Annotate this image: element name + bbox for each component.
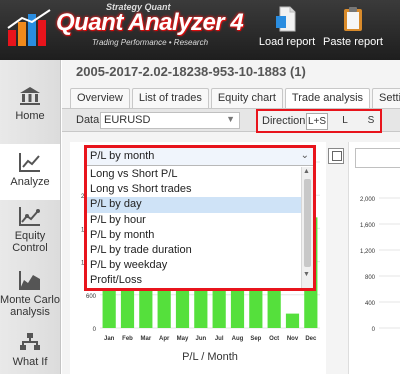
tab-settings[interactable]: Setting: [372, 88, 400, 108]
x-tick-label: Sep: [250, 336, 261, 342]
secondary-y-tick-label: 1,600: [360, 223, 376, 229]
chevron-down-icon: ▼: [226, 114, 235, 124]
sidebar-item-label: Home: [15, 110, 45, 122]
secondary-chart-panel: 0 400 800 1,200 1,600 2,000: [348, 142, 400, 374]
app-header: Strategy Quant Quant Analyzer 4 Trading …: [0, 0, 400, 60]
bar-jul: [212, 287, 226, 328]
paste-report-button[interactable]: Paste report: [322, 4, 384, 58]
x-tick-label: May: [177, 336, 189, 342]
direction-label: Direction: [262, 115, 306, 127]
secondary-y-tick-label: 800: [365, 275, 376, 281]
secondary-y-tick-label: 2,000: [360, 197, 376, 203]
tab-trade-analysis[interactable]: Trade analysis: [284, 88, 371, 108]
x-tick-label: Aug: [232, 336, 244, 342]
secondary-y-tick-label: 0: [372, 327, 376, 333]
bank-icon: [20, 87, 40, 105]
logo-bars-icon: [7, 9, 51, 46]
equity-chart-icon: [19, 207, 40, 226]
sidebar-item-what-if[interactable]: What If: [0, 332, 60, 374]
chart-type-select[interactable]: P/L by month ⌄: [87, 148, 313, 166]
paste-report-label: Paste report: [323, 36, 383, 48]
option-pl-by-hour[interactable]: P/L by hour: [87, 213, 301, 228]
x-tick-label: Jun: [195, 336, 206, 342]
strategy-title: 2005-2017-2.02-18238-953-10-1883 (1): [76, 64, 306, 79]
chevron-down-icon: ⌄: [300, 150, 309, 161]
x-axis-label: P/L / Month: [182, 351, 238, 363]
option-pl-by-month[interactable]: P/L by month: [87, 228, 301, 243]
x-tick-label: Jan: [104, 336, 115, 342]
tab-list-of-trades[interactable]: List of trades: [131, 88, 209, 108]
direction-selector: Direction L+S L S: [256, 109, 382, 133]
secondary-chart-select[interactable]: [355, 148, 400, 168]
brand-name: Quant Analyzer 4: [56, 9, 244, 36]
tab-overview[interactable]: Overview: [70, 88, 130, 108]
sidebar-item-label: Equity Control: [12, 230, 48, 254]
tab-equity-chart[interactable]: Equity chart: [210, 88, 283, 108]
sidebar-item-label: Analyze: [10, 176, 50, 188]
option-long-vs-short-trades[interactable]: Long vs Short trades: [87, 182, 301, 197]
clipboard-icon: [344, 7, 362, 31]
x-tick-label: Jul: [215, 336, 224, 342]
load-report-button[interactable]: Load report: [256, 4, 318, 58]
analysis-tabs: Overview List of trades Equity chart Trade …: [70, 88, 400, 108]
load-report-label: Load report: [258, 36, 316, 48]
sidebar: Home Analyze Equity Control Monte Carlo …: [0, 60, 61, 374]
sidebar-item-label: Monte Carlo analysis: [0, 294, 60, 318]
x-tick-label: Feb: [122, 336, 133, 342]
quant-analyzer-window: Strategy Quant Quant Analyzer 4 Trading …: [0, 0, 400, 374]
sidebar-item-analyze[interactable]: Analyze: [0, 144, 60, 200]
option-pl-by-day[interactable]: P/L by day: [87, 197, 301, 213]
scrollbar-thumb[interactable]: [304, 179, 311, 267]
direction-long-short-button[interactable]: L+S: [306, 113, 328, 130]
x-tick-label: Apr: [159, 336, 170, 342]
x-tick-label: Nov: [287, 336, 299, 342]
scroll-down-icon[interactable]: ▼: [303, 271, 310, 278]
chart-type-selected-value: P/L by month: [90, 150, 155, 162]
option-pl-by-weekday[interactable]: P/L by weekday: [87, 258, 301, 273]
data-symbol-select[interactable]: EURUSD ▼: [100, 112, 240, 129]
chart-type-dropdown[interactable]: P/L by month ⌄ Long vs Short P/L Long vs…: [84, 145, 316, 291]
secondary-y-tick-label: 1,200: [360, 249, 376, 255]
expand-chart-icon[interactable]: [328, 148, 344, 164]
document-icon: [276, 6, 296, 32]
direction-short-button[interactable]: S: [360, 113, 382, 130]
chart-type-options: Long vs Short P/L Long vs Short trades P…: [87, 167, 301, 288]
x-tick-label: Mar: [140, 336, 151, 342]
data-symbol-value: EURUSD: [104, 114, 151, 126]
scroll-up-icon[interactable]: ▲: [303, 168, 310, 175]
option-long-vs-short-pl[interactable]: Long vs Short P/L: [87, 167, 301, 182]
analysis-toolbar: Data EURUSD ▼ Direction L+S L S: [62, 108, 400, 133]
brand-tagline: Trading Performance • Research: [92, 38, 209, 47]
option-profit-loss[interactable]: Profit/Loss: [87, 273, 301, 288]
y-tick-label: 600: [86, 294, 97, 300]
x-tick-label: Dec: [305, 336, 317, 342]
sidebar-item-monte-carlo[interactable]: Monte Carlo analysis: [0, 270, 60, 326]
sidebar-item-label: What If: [12, 356, 48, 368]
dropdown-scrollbar[interactable]: ▲ ▼: [301, 167, 313, 288]
line-chart-icon: [19, 153, 40, 172]
x-tick-label: Oct: [269, 336, 279, 342]
secondary-y-tick-label: 400: [365, 301, 376, 307]
flow-icon: [20, 333, 40, 350]
y-tick-label: 0: [93, 327, 97, 333]
direction-long-button[interactable]: L: [334, 113, 356, 130]
bar-nov: [285, 313, 300, 328]
secondary-chart-axis: 0 400 800 1,200 1,600 2,000: [360, 197, 400, 333]
area-chart-icon: [19, 271, 40, 290]
option-pl-by-trade-duration[interactable]: P/L by trade duration: [87, 243, 301, 258]
sidebar-item-home[interactable]: Home: [0, 86, 60, 136]
data-label: Data: [76, 114, 100, 126]
sidebar-item-equity-control[interactable]: Equity Control: [0, 206, 60, 262]
